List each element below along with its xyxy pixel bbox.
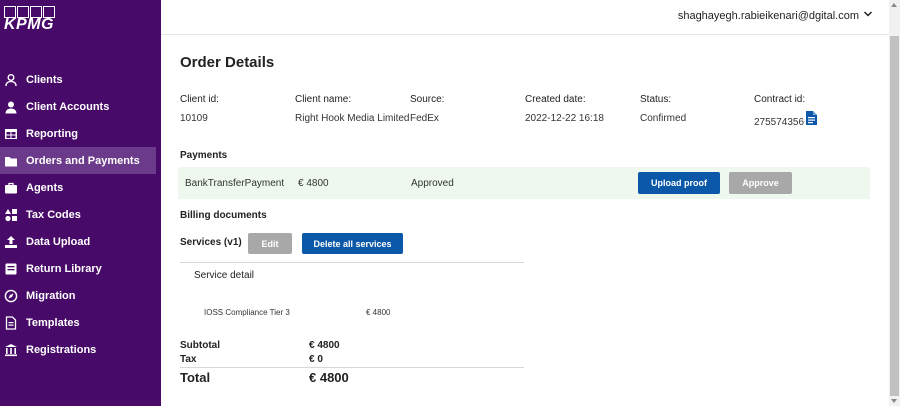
created-date-label: Created date: <box>525 94 586 105</box>
divider <box>180 367 524 368</box>
sidebar-item-clients[interactable]: Clients <box>0 66 161 93</box>
user-email: shaghayegh.rabieikenari@dgital.com <box>677 9 859 22</box>
sidebar-item-migration[interactable]: Migration <box>0 282 161 309</box>
contract-id: 275574356 <box>754 111 818 128</box>
table-icon <box>4 127 18 141</box>
kpmg-logo[interactable]: KPMG <box>4 6 58 33</box>
divider <box>180 262 524 263</box>
sidebar-item-label: Clients <box>26 73 63 86</box>
tax-label: Tax <box>180 354 197 365</box>
sidebar-item-reporting[interactable]: Reporting <box>0 120 161 147</box>
service-price: € 4800 <box>366 308 391 317</box>
shapes-icon <box>4 208 18 222</box>
upload-proof-button[interactable]: Upload proof <box>638 172 720 194</box>
sidebar-item-data-upload[interactable]: Data Upload <box>0 228 161 255</box>
sidebar-item-label: Agents <box>26 181 64 194</box>
sidebar-item-label: Templates <box>26 316 80 329</box>
payment-status: Approved <box>411 178 454 189</box>
subtotal-value: € 4800 <box>309 340 340 351</box>
payment-amount: € 4800 <box>298 178 329 189</box>
contract-id-value: 275574356 <box>754 117 805 128</box>
payments-title: Payments <box>180 150 228 161</box>
bank-icon <box>4 343 18 357</box>
sidebar-item-label: Migration <box>26 289 76 302</box>
approve-button[interactable]: Approve <box>729 172 792 194</box>
status-value: Confirmed <box>640 113 687 124</box>
scroll-down-arrow-icon[interactable] <box>891 399 897 403</box>
sidebar-item-label: Reporting <box>26 127 78 140</box>
sidebar: KPMG Clients Client Accounts Reporting O… <box>0 0 161 406</box>
folder-icon <box>4 154 18 168</box>
edit-button[interactable]: Edit <box>248 233 292 254</box>
service-name: IOSS Compliance Tier 3 <box>204 308 290 317</box>
client-name-label: Client name: <box>295 94 352 105</box>
payment-row: BankTransferPayment € 4800 Approved Uplo… <box>178 167 870 199</box>
upload-icon <box>4 235 18 249</box>
contract-id-label: Contract id: <box>754 94 806 105</box>
sidebar-item-label: Orders and Payments <box>26 154 140 167</box>
created-date-value: 2022-12-22 16:18 <box>525 113 604 124</box>
sidebar-item-label: Data Upload <box>26 235 91 248</box>
payment-method: BankTransferPayment <box>185 178 285 189</box>
sidebar-item-return-library[interactable]: Return Library <box>0 255 161 282</box>
document-icon <box>4 315 18 330</box>
subtotal-label: Subtotal <box>180 340 220 351</box>
client-id-value: 10109 <box>180 113 208 124</box>
sidebar-item-label: Registrations <box>26 343 97 356</box>
sidebar-item-tax-codes[interactable]: Tax Codes <box>0 201 161 228</box>
chevron-down-icon <box>863 9 873 22</box>
sidebar-nav: Clients Client Accounts Reporting Orders… <box>0 66 161 363</box>
scrollbar-thumb[interactable] <box>890 36 899 396</box>
sidebar-item-label: Return Library <box>26 262 102 275</box>
source-value: FedEx <box>410 113 439 124</box>
tax-value: € 0 <box>309 354 323 365</box>
sidebar-item-orders-and-payments[interactable]: Orders and Payments <box>0 147 156 174</box>
sidebar-item-agents[interactable]: Agents <box>0 174 161 201</box>
briefcase-icon <box>4 181 18 195</box>
book-icon <box>4 262 18 276</box>
sidebar-item-label: Client Accounts <box>26 100 110 113</box>
sidebar-item-templates[interactable]: Templates <box>0 309 161 336</box>
total-value: € 4800 <box>309 370 349 385</box>
total-label: Total <box>180 370 211 385</box>
scroll-up-arrow-icon[interactable] <box>891 3 897 7</box>
vertical-scrollbar[interactable] <box>889 0 900 406</box>
client-name-value: Right Hook Media Limited <box>295 113 410 124</box>
user-menu[interactable]: shaghayegh.rabieikenari@dgital.com <box>678 9 873 22</box>
top-header: shaghayegh.rabieikenari@dgital.com <box>161 0 889 35</box>
services-title: Services (v1) <box>180 237 242 248</box>
sidebar-item-client-accounts[interactable]: Client Accounts <box>0 93 161 120</box>
billing-documents-title: Billing documents <box>180 210 267 221</box>
source-label: Source: <box>410 94 445 105</box>
service-detail-header: Service detail <box>194 270 255 281</box>
client-id-label: Client id: <box>180 94 219 105</box>
user-icon <box>4 100 18 114</box>
status-label: Status: <box>640 94 672 105</box>
delete-all-services-button[interactable]: Delete all services <box>302 233 403 254</box>
logo-text: KPMG <box>4 16 54 33</box>
user-icon <box>4 73 18 87</box>
sidebar-item-label: Tax Codes <box>26 208 81 221</box>
page-title: Order Details <box>180 54 275 71</box>
document-icon[interactable] <box>806 111 818 125</box>
sidebar-item-registrations[interactable]: Registrations <box>0 336 161 363</box>
main-content: Order Details Client id: 10109 Client na… <box>161 36 889 406</box>
compass-icon <box>4 289 18 303</box>
